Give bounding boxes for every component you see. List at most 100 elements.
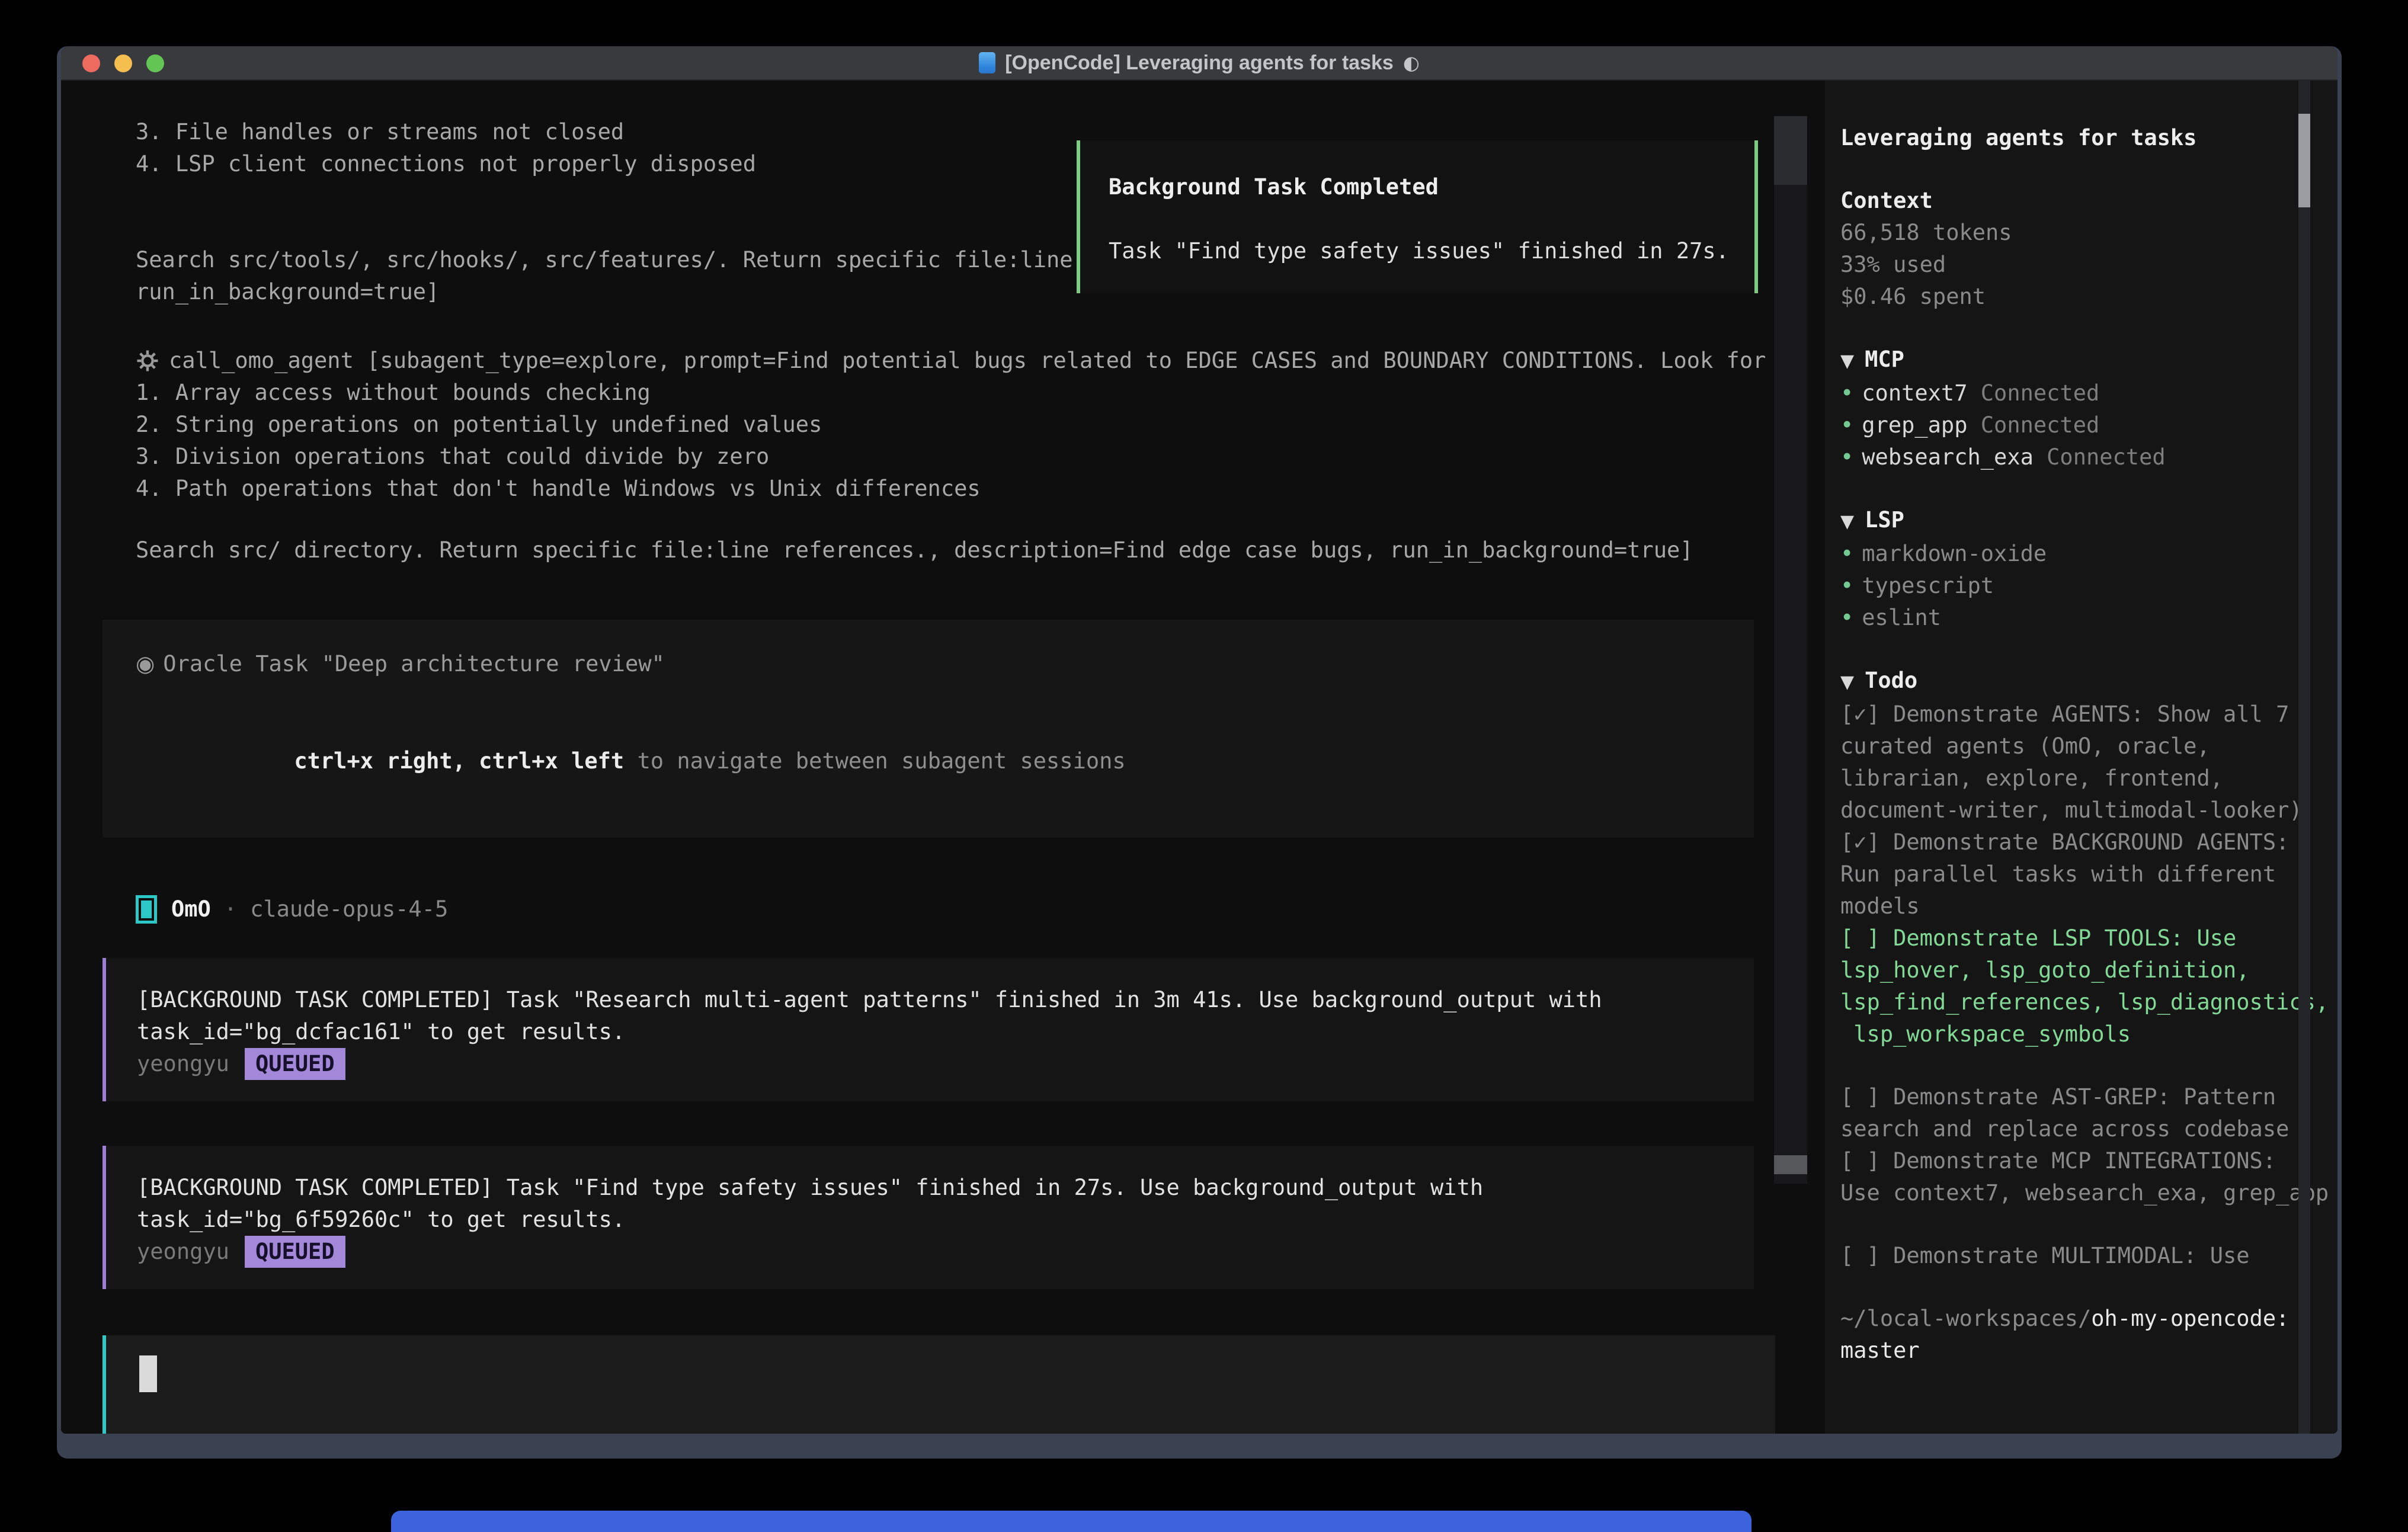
window-title: [OpenCode] Leveraging agents for tasks	[1005, 47, 1394, 79]
terminal-pane: 3. File handles or streams not closed 4.…	[61, 81, 1825, 1434]
mcp-item: • websearch_exa Connected	[1840, 441, 2332, 473]
tool-call-item: 1. Array access without bounds checking	[103, 377, 1754, 409]
agent-model: claude-opus-4-5	[250, 893, 448, 925]
cursor-row	[139, 1355, 1742, 1401]
workspace-path-name: oh-my-opencode:	[2091, 1306, 2289, 1331]
mcp-status: Connected	[1981, 380, 2099, 406]
task-meta-row: yeongyu QUEUED	[137, 1236, 1723, 1268]
chevron-down-icon: ▼	[1840, 351, 1854, 371]
prompt-input[interactable]: OmO Opus 4.5 Anthropic	[103, 1335, 1775, 1434]
target-icon: ◉	[136, 651, 155, 677]
todo-section: ▼ Todo [✓] Demonstrate AGENTS: Show all 7…	[1840, 665, 2332, 1272]
notification-title: Background Task Completed	[1109, 171, 1726, 203]
gear-icon	[136, 349, 159, 373]
sidebar-footer: ~/local-workspaces/oh-my-opencode: maste…	[1840, 1303, 2332, 1434]
todo-item: [ ] Demonstrate LSP TOOLS: Use lsp_hover…	[1840, 922, 2332, 1050]
oracle-task-title: ◉ Oracle Task "Deep architecture review"	[136, 648, 1721, 680]
bullet-icon: •	[1840, 412, 1853, 438]
notification-popup: Background Task Completed Task "Find typ…	[1077, 140, 1758, 293]
task-line-2: task_id="bg_dcfac161" to get results.	[137, 1016, 1723, 1048]
shortcut-keys: ctrl+x right, ctrl+x left	[294, 748, 624, 774]
lsp-name: eslint	[1862, 605, 1941, 630]
mcp-name: websearch_exa	[1862, 444, 2034, 470]
lsp-item: •markdown-oxide	[1840, 538, 2332, 570]
sidebar: Leveraging agents for tasks Context 66,5…	[1825, 81, 2337, 1434]
todo-header[interactable]: ▼ Todo	[1840, 665, 2332, 698]
tool-call-item: 2. String operations on potentially unde…	[103, 409, 1754, 441]
lsp-header-label: LSP	[1865, 507, 1904, 533]
window-body: [OpenCode] Leveraging agents for tasks ◐…	[61, 46, 2337, 1434]
bullet-icon: •	[1840, 380, 1853, 406]
agent-header: OmO · claude-opus-4-5	[103, 893, 1754, 925]
mcp-item: • grep_app Connected	[1840, 409, 2332, 441]
background-window-strip	[391, 1511, 1751, 1532]
mcp-header[interactable]: ▼ MCP	[1840, 344, 2332, 377]
queued-badge: QUEUED	[245, 1048, 345, 1080]
oracle-task-text: Oracle Task "Deep architecture review"	[163, 651, 664, 677]
bullet-icon: •	[1840, 541, 1853, 566]
agent-name: OmO	[171, 893, 211, 925]
todo-item: [✓] Demonstrate BACKGROUND AGENTS: Run p…	[1840, 826, 2332, 922]
context-tokens: 66,518 tokens	[1840, 217, 2332, 249]
todo-item: [ ] Demonstrate AST-GREP: Pattern search…	[1840, 1081, 2332, 1145]
half-circle-icon: ◐	[1403, 47, 1420, 79]
bullet-icon: •	[1840, 444, 1853, 470]
mcp-status: Connected	[1981, 412, 2099, 438]
window-title-group: [OpenCode] Leveraging agents for tasks ◐	[979, 47, 1420, 79]
lsp-item: •eslint	[1840, 602, 2332, 634]
chevron-down-icon: ▼	[1840, 511, 1854, 532]
minimize-button[interactable]	[114, 55, 132, 72]
background-task-card: [BACKGROUND TASK COMPLETED] Task "Resear…	[103, 958, 1754, 1101]
close-button[interactable]	[82, 55, 100, 72]
main-scrollbar-thumb-bottom[interactable]	[1774, 1155, 1807, 1174]
tool-call-item: 3. Division operations that could divide…	[103, 441, 1754, 473]
oracle-task-card: ◉Oracle Task "Deep architecture review" …	[103, 620, 1754, 838]
todo-item: [✓] Demonstrate AGENTS: Show all 7 curat…	[1840, 698, 2332, 826]
task-line-1: [BACKGROUND TASK COMPLETED] Task "Resear…	[137, 984, 1723, 1016]
model-info-row: OmO Opus 4.5 Anthropic	[139, 1428, 1742, 1434]
mcp-header-label: MCP	[1865, 347, 1904, 372]
version-row: •OpenCode 1.0.163	[1840, 1399, 2332, 1434]
main-scrollbar-thumb-top[interactable]	[1774, 116, 1807, 185]
shortcut-desc: to navigate between subagent sessions	[624, 748, 1125, 774]
lsp-item: • typescript	[1840, 570, 2332, 602]
sidebar-scrollbar[interactable]	[2298, 81, 2310, 1434]
content-area: 3. File handles or streams not closed 4.…	[61, 81, 2337, 1434]
sidebar-scrollbar-thumb[interactable]	[2298, 114, 2310, 207]
todo-item: [ ] Demonstrate MCP INTEGRATIONS: Use co…	[1840, 1145, 2332, 1209]
main-scrollbar[interactable]	[1774, 116, 1807, 1184]
task-meta-row: yeongyu QUEUED	[137, 1048, 1723, 1080]
context-section: Context 66,518 tokens 33% used $0.46 spe…	[1840, 185, 2332, 313]
workspace-path-prefix: ~/local-workspaces/	[1840, 1306, 2091, 1331]
task-author: yeongyu	[137, 1048, 229, 1080]
tool-call-text: call_omo_agent [subagent_type=explore, p…	[169, 345, 1766, 377]
todo-header-label: Todo	[1865, 668, 1917, 693]
tool-call-tail: Search src/ directory. Return specific f…	[103, 534, 1754, 566]
lsp-name: typescript	[1862, 573, 1994, 598]
context-used: 33% used	[1840, 249, 2332, 281]
session-title: Leveraging agents for tasks	[1840, 122, 2332, 154]
context-spent: $0.46 spent	[1840, 281, 2332, 313]
task-author: yeongyu	[137, 1236, 229, 1268]
mcp-item: •context7 Connected	[1840, 377, 2332, 409]
queued-badge: QUEUED	[245, 1236, 345, 1268]
tool-call-item: 4. Path operations that don't handle Win…	[103, 473, 1754, 505]
bullet-icon: •	[1840, 573, 1853, 598]
task-line-1: [BACKGROUND TASK COMPLETED] Task "Find t…	[137, 1172, 1723, 1204]
workspace-path: ~/local-workspaces/oh-my-opencode:	[1840, 1303, 2332, 1335]
zoom-button[interactable]	[146, 55, 164, 72]
lsp-header[interactable]: ▼ LSP	[1840, 504, 2332, 538]
mcp-status: Connected	[2047, 444, 2165, 470]
context-header: Context	[1840, 185, 2332, 217]
notification-body: Task "Find type safety issues" finished …	[1109, 235, 1726, 267]
subagent-nav-hint: ctrl+x right, ctrl+x left to navigate be…	[136, 713, 1721, 809]
task-line-2: task_id="bg_6f59260c" to get results.	[137, 1204, 1723, 1236]
document-icon	[979, 52, 995, 73]
traffic-lights	[82, 55, 164, 72]
todo-item: [ ] Demonstrate MULTIMODAL: Use	[1840, 1240, 2332, 1272]
mcp-name: grep_app	[1862, 412, 1967, 438]
separator-dot: ·	[224, 893, 237, 925]
background-task-card: [BACKGROUND TASK COMPLETED] Task "Find t…	[103, 1146, 1754, 1289]
chevron-down-icon: ▼	[1840, 672, 1854, 693]
text-cursor	[139, 1355, 157, 1392]
